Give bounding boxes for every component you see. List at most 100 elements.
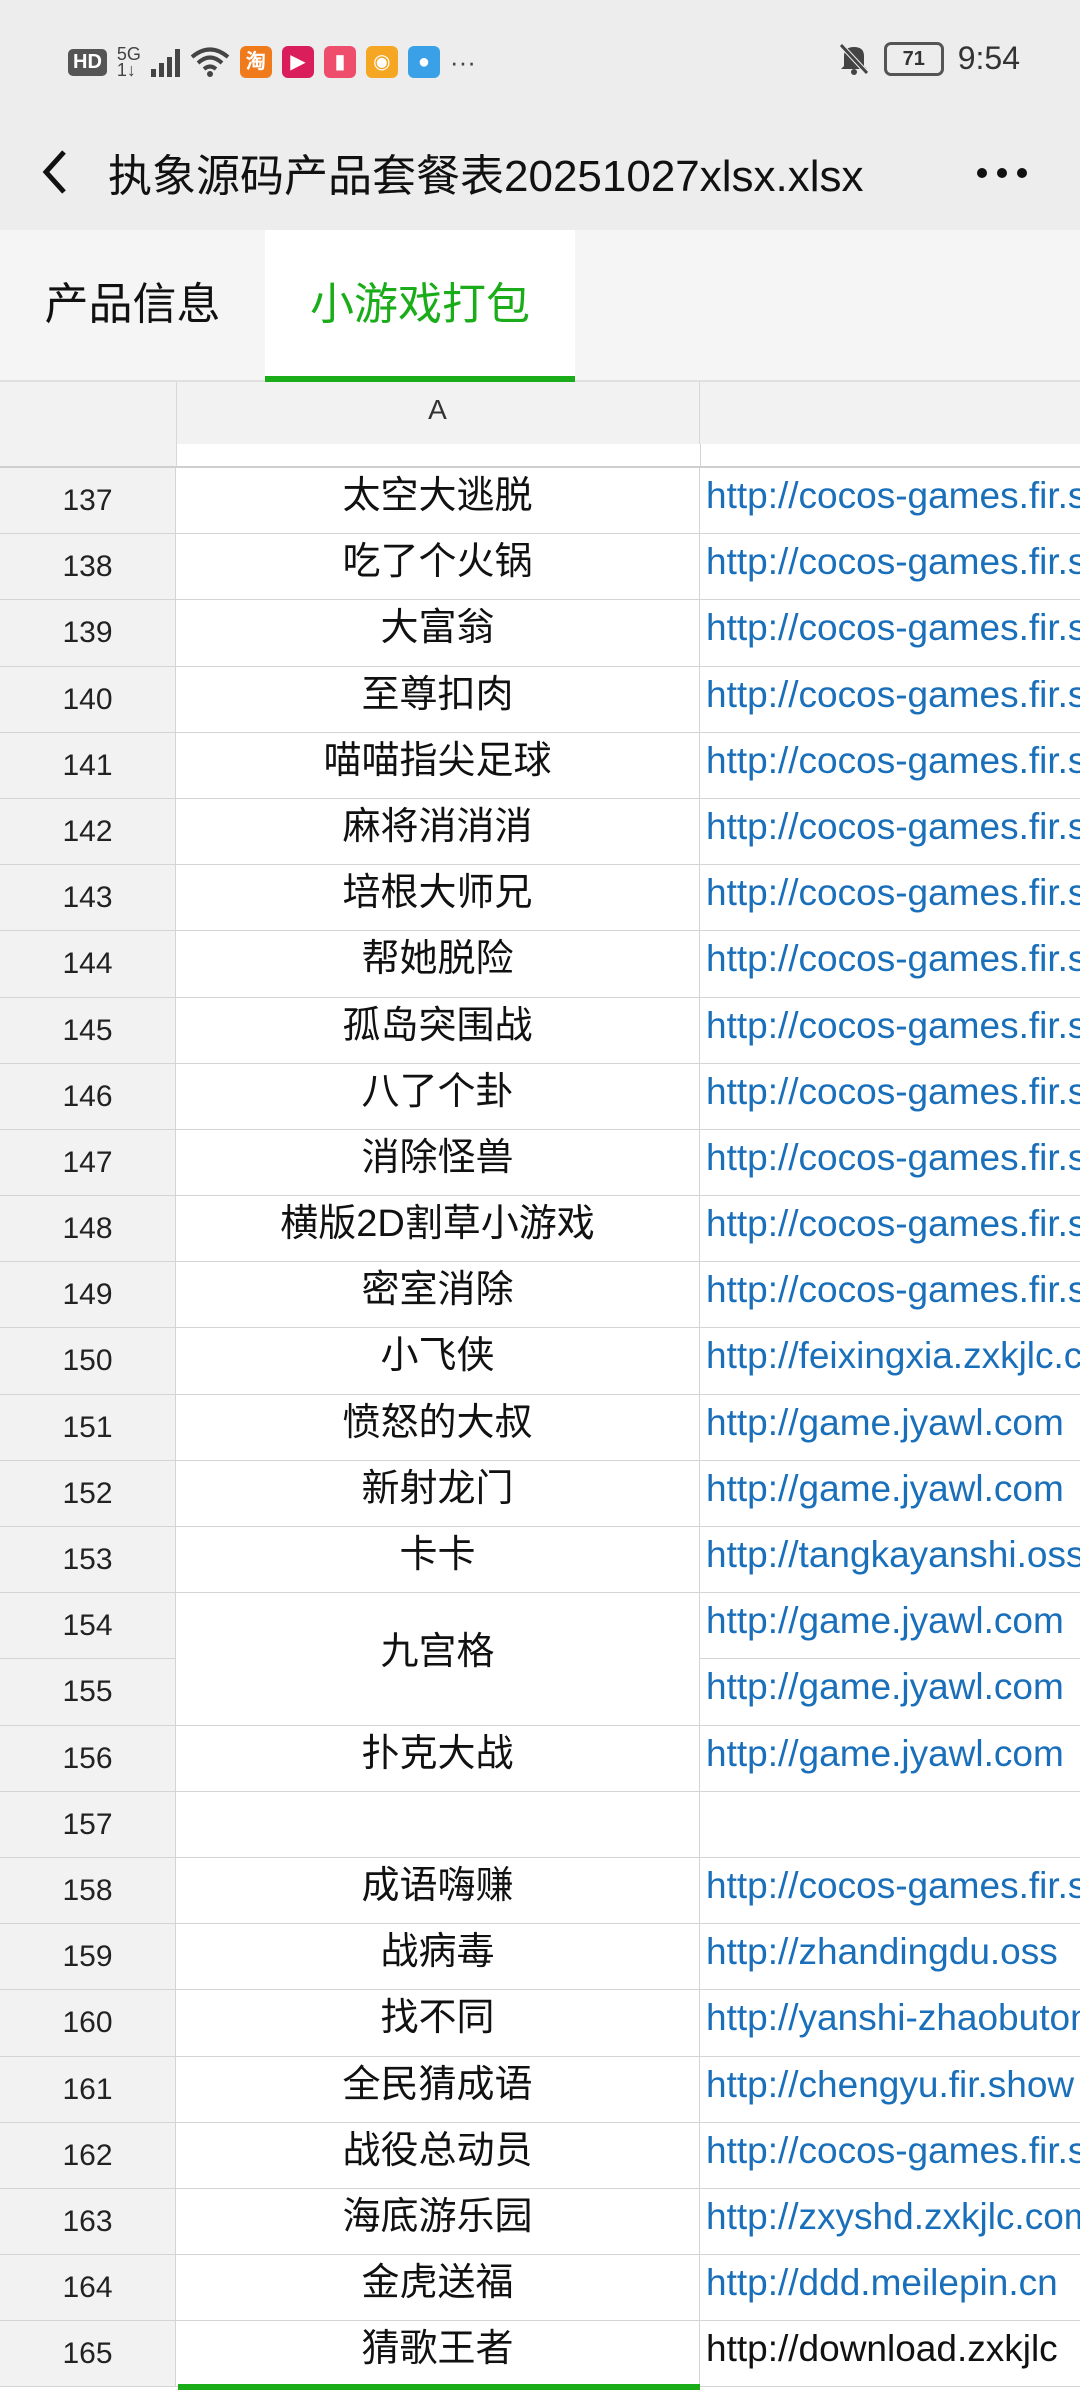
cell-link[interactable]: http://cocos-games.fir.sho xyxy=(700,1196,1080,1261)
cell-link[interactable]: http://cocos-games.fir.sho xyxy=(700,1858,1080,1923)
title-bar: 执象源码产品套餐表20251027xlsx.xlsx xyxy=(0,120,1080,230)
row-number[interactable]: 138 xyxy=(0,534,176,600)
table-row: 144帮她脱险http://cocos-games.fir.sho xyxy=(0,931,1080,998)
cell-game-name[interactable]: 找不同 xyxy=(176,1990,700,2056)
cell-link[interactable]: http://ddd.meilepin.cn xyxy=(700,2255,1080,2320)
more-options-icon[interactable] xyxy=(972,148,1032,198)
cell-link[interactable]: http://feixingxia.zxkjlc.com xyxy=(700,1328,1080,1393)
row-number[interactable]: 145 xyxy=(0,997,176,1063)
row-number[interactable]: 158 xyxy=(0,1857,176,1924)
cell-game-name[interactable]: 横版2D割草小游戏 xyxy=(176,1196,700,1262)
cell-link[interactable]: http://cocos-games.fir.sho xyxy=(700,931,1080,996)
row-number[interactable]: 142 xyxy=(0,798,176,865)
row-number[interactable]: 162 xyxy=(0,2122,176,2188)
cell-game-name[interactable]: 太空大逃脱 xyxy=(176,468,700,534)
network-sub-label: 1↓ xyxy=(116,60,136,80)
cell-link[interactable]: http://game.jyawl.com xyxy=(700,1395,1080,1460)
cell-link[interactable]: http://game.jyawl.com xyxy=(700,1593,1080,1658)
cell-game-name[interactable]: 小飞侠 xyxy=(176,1328,700,1394)
cell-link[interactable]: http://cocos-games.fir.sho xyxy=(700,667,1080,732)
cell-link[interactable]: http://cocos-games.fir.sho xyxy=(700,733,1080,798)
row-number[interactable]: 163 xyxy=(0,2188,176,2255)
cell-game-name[interactable]: 猜歌王者 xyxy=(176,2321,700,2387)
cell-game-name[interactable]: 麻将消消消 xyxy=(176,798,700,865)
cell-game-name[interactable]: 帮她脱险 xyxy=(176,931,700,997)
table-row: 164 金虎送福 http://ddd.meilepin.cn xyxy=(0,2255,1080,2322)
cell-link[interactable]: http://game.jyawl.com xyxy=(700,1659,1080,1724)
cell-game-name[interactable]: 八了个卦 xyxy=(176,1063,700,1129)
cell-link[interactable]: http://cocos-games.fir.sho xyxy=(700,468,1080,533)
cell-link[interactable]: http://cocos-games.fir.sho xyxy=(700,1130,1080,1195)
cell-link[interactable]: http://chengyu.fir.show xyxy=(700,2057,1080,2122)
cell-game-name[interactable]: 孤岛突围战 xyxy=(176,997,700,1063)
cell-game-name[interactable]: 至尊扣肉 xyxy=(176,666,700,732)
cell-game-name[interactable]: 扑克大战 xyxy=(176,1725,700,1791)
row-number[interactable]: 146 xyxy=(0,1063,176,1129)
tab-product-info[interactable]: 产品信息 xyxy=(0,230,265,380)
cell-link[interactable]: http://cocos-games.fir.sho xyxy=(700,799,1080,864)
row-number[interactable]: 157 xyxy=(0,1791,176,1857)
row-number[interactable]: 139 xyxy=(0,600,176,666)
cell-link[interactable]: http://zxyshd.zxkjlc.com xyxy=(700,2189,1080,2254)
row-number[interactable]: 150 xyxy=(0,1328,176,1394)
cell-game-name[interactable]: 吃了个火锅 xyxy=(176,534,700,600)
row-number[interactable]: 160 xyxy=(0,1990,176,2056)
row-number[interactable]: 141 xyxy=(0,732,176,798)
table-row: 151 愤怒的大叔 http://game.jyawl.com xyxy=(0,1394,1080,1461)
cell-game-name[interactable]: 金虎送福 xyxy=(176,2255,700,2321)
row-number[interactable]: 165 xyxy=(0,2321,176,2387)
cell-game-name[interactable]: 卡卡 xyxy=(176,1527,700,1593)
cell-link[interactable]: http://yanshi-zhaobutong xyxy=(700,1990,1080,2055)
cell-game-name[interactable]: 愤怒的大叔 xyxy=(176,1394,700,1460)
cell-link[interactable]: http://cocos-games.fir.sho xyxy=(700,1064,1080,1129)
cell-link[interactable]: http://download.zxkjlc xyxy=(700,2321,1080,2386)
cell-link[interactable]: http://cocos-games.fir.sho xyxy=(700,865,1080,930)
cell-game-name[interactable]: 全民猜成语 xyxy=(176,2056,700,2122)
cell-link[interactable]: http://game.jyawl.com xyxy=(700,1461,1080,1526)
row-number[interactable]: 147 xyxy=(0,1129,176,1196)
row-number[interactable]: 140 xyxy=(0,666,176,732)
cell-empty[interactable] xyxy=(700,1792,1080,1857)
row-number[interactable]: 161 xyxy=(0,2056,176,2122)
cell-game-name[interactable]: 海底游乐园 xyxy=(176,2188,700,2255)
cell-link[interactable]: http://cocos-games.fir.sho xyxy=(700,600,1080,665)
cell-game-name[interactable]: 大富翁 xyxy=(176,600,700,666)
row-number[interactable]: 152 xyxy=(0,1460,176,1526)
cell-game-name[interactable]: 喵喵指尖足球 xyxy=(176,732,700,798)
cell-game-name[interactable]: 培根大师兄 xyxy=(176,865,700,931)
cell-game-name[interactable]: 成语嗨赚 xyxy=(176,1857,700,1924)
cell-link[interactable]: http://cocos-games.fir.sho xyxy=(700,998,1080,1063)
row-number[interactable]: 155 xyxy=(0,1659,176,1725)
row-number[interactable]: 151 xyxy=(0,1394,176,1460)
row-number[interactable]: 148 xyxy=(0,1196,176,1262)
cell-game-name[interactable]: 战役总动员 xyxy=(176,2122,700,2188)
cell-game-name[interactable]: 战病毒 xyxy=(176,1924,700,1990)
merged-cell-game-name[interactable]: 九宫格 xyxy=(176,1593,700,1726)
cell-link[interactable]: http://cocos-games.fir.sho xyxy=(700,534,1080,599)
select-all-corner[interactable] xyxy=(0,382,177,444)
cell-game-name[interactable]: 消除怪兽 xyxy=(176,1129,700,1196)
row-number[interactable]: 149 xyxy=(0,1262,176,1328)
row-number[interactable]: 156 xyxy=(0,1725,176,1791)
row-number[interactable]: 144 xyxy=(0,931,176,997)
cell-link[interactable]: http://zhandingdu.oss xyxy=(700,1924,1080,1989)
table-row: 147消除怪兽http://cocos-games.fir.sho xyxy=(0,1129,1080,1197)
cell-link[interactable]: http://cocos-games.fir.sho xyxy=(700,1262,1080,1327)
table-row: 141喵喵指尖足球http://cocos-games.fir.sho xyxy=(0,732,1080,799)
cell-game-name[interactable]: 新射龙门 xyxy=(176,1460,700,1526)
cell-link[interactable]: http://tangkayanshi.oss xyxy=(700,1527,1080,1592)
cell-game-name[interactable]: 密室消除 xyxy=(176,1262,700,1328)
row-number[interactable]: 143 xyxy=(0,865,176,931)
row-number[interactable]: 164 xyxy=(0,2255,176,2321)
row-number[interactable]: 137 xyxy=(0,468,176,534)
cell-link[interactable]: http://game.jyawl.com xyxy=(700,1726,1080,1791)
tab-mini-game-pack[interactable]: 小游戏打包 xyxy=(265,230,575,382)
column-header-a[interactable]: A xyxy=(176,382,700,444)
row-number[interactable]: 153 xyxy=(0,1527,176,1593)
back-arrow-icon[interactable] xyxy=(36,142,76,202)
sheet-grid: 137太空大逃脱http://cocos-games.fir.sho138吃了个… xyxy=(0,468,1080,2390)
cell-link[interactable]: http://cocos-games.fir.sho xyxy=(700,2123,1080,2188)
row-number[interactable]: 159 xyxy=(0,1924,176,1990)
row-number[interactable]: 154 xyxy=(0,1593,176,1659)
cell-game-name[interactable] xyxy=(176,1791,700,1857)
